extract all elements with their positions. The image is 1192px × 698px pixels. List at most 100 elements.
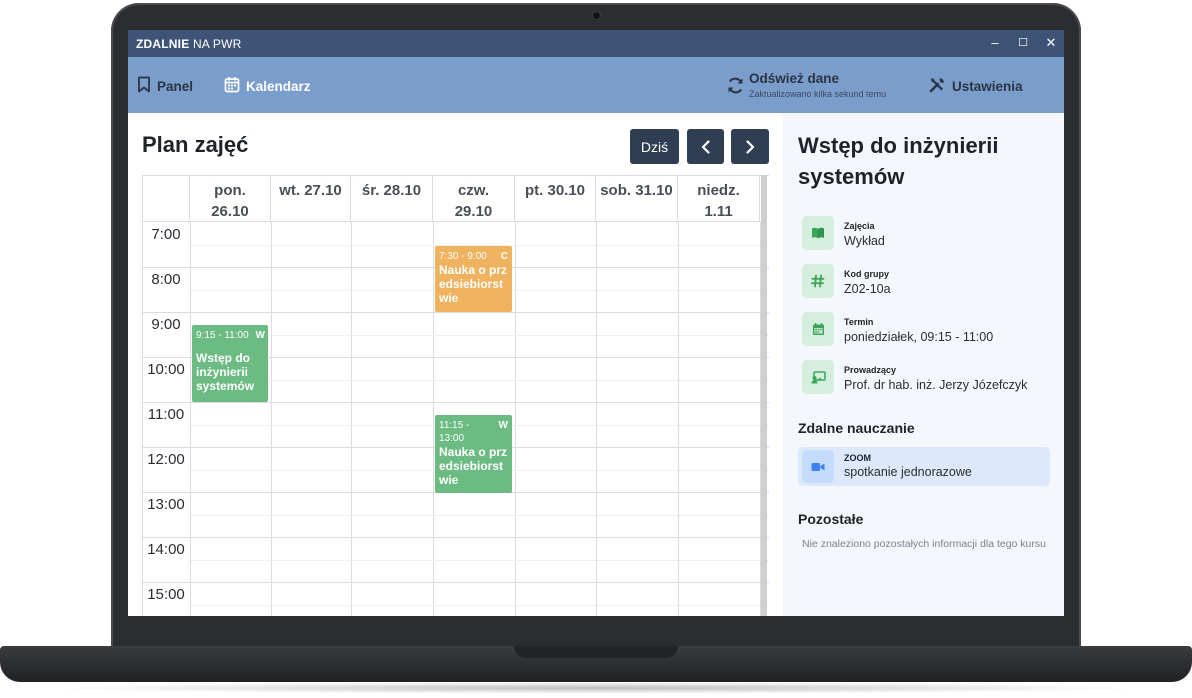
grid-line bbox=[190, 605, 769, 606]
bookmark-icon bbox=[137, 76, 151, 96]
other-heading: Pozostałe bbox=[798, 511, 864, 527]
day-header: wt. 27.10 bbox=[271, 176, 351, 222]
detail-value: poniedziałek, 09:15 - 11:00 bbox=[844, 330, 994, 344]
video-camera-icon bbox=[802, 450, 834, 483]
hour-label: 10:00 bbox=[147, 361, 185, 378]
hour-label: 9:00 bbox=[151, 316, 181, 333]
title-bar: ZDALNIE NA PWR – ☐ ✕ bbox=[128, 30, 1064, 57]
day-header: niedz. 1.11 bbox=[678, 176, 760, 222]
grid-line bbox=[678, 222, 679, 616]
detail-label: Prowadzący bbox=[844, 365, 897, 375]
prev-week-button[interactable] bbox=[687, 129, 724, 164]
grid-line bbox=[271, 222, 272, 616]
event-time: 7:30 - 9:00 bbox=[439, 251, 487, 262]
remote-heading: Zdalne nauczanie bbox=[798, 420, 915, 436]
next-week-button[interactable] bbox=[731, 129, 769, 164]
grid-line bbox=[515, 222, 516, 616]
hash-icon bbox=[802, 264, 834, 298]
event-title: Nauka o przedsiebiorstwie bbox=[439, 263, 508, 305]
laptop-notch bbox=[514, 646, 678, 658]
grid-line bbox=[143, 312, 769, 313]
settings-label: Ustawienia bbox=[952, 78, 1023, 94]
calendar-icon bbox=[224, 76, 240, 96]
grid-line bbox=[351, 222, 352, 616]
detail-label: Termin bbox=[844, 317, 874, 327]
hour-label: 15:00 bbox=[147, 586, 185, 603]
week-grid: pon. 26.10 wt. 27.10 śr. 28.10 czw. 29.10 … bbox=[142, 175, 769, 616]
calendar-event[interactable]: 9:15 - 11:00 W Wstęp do inżynierii syste… bbox=[192, 325, 268, 402]
remote-value: spotkanie jednorazowe bbox=[844, 465, 972, 479]
nav-panel-label: Panel bbox=[157, 78, 194, 94]
other-note: Nie znaleziono pozostałych informacji dl… bbox=[802, 538, 1046, 550]
close-button[interactable]: ✕ bbox=[1042, 34, 1060, 52]
page-title: Plan zajęć bbox=[142, 132, 249, 157]
app-brand: ZDALNIE NA PWR bbox=[136, 37, 242, 51]
detail-label: Zajęcia bbox=[844, 221, 875, 231]
calendar-icon bbox=[802, 312, 834, 346]
grid-corner bbox=[143, 176, 190, 222]
hour-label: 12:00 bbox=[147, 451, 185, 468]
grid-line bbox=[143, 537, 769, 538]
event-title: Nauka o przedsiebiorstwie bbox=[439, 445, 508, 487]
hour-label: 7:00 bbox=[151, 226, 181, 243]
detail-row-group: Kod grupy Z02-10a bbox=[802, 264, 1052, 300]
grid-line bbox=[190, 222, 191, 616]
event-type-code: C bbox=[500, 251, 508, 262]
chevron-right-icon bbox=[745, 134, 755, 160]
grid-line bbox=[190, 380, 769, 381]
scrollbar[interactable] bbox=[761, 175, 767, 616]
detail-row-type: Zajęcia Wykład bbox=[802, 216, 1052, 252]
nav-kalendarz-label: Kalendarz bbox=[246, 78, 311, 94]
nav-kalendarz[interactable]: Kalendarz bbox=[224, 76, 311, 96]
event-type-code: W bbox=[255, 330, 265, 341]
event-title: Wstęp do inżynierii systemów bbox=[196, 351, 255, 393]
remote-label: ZOOM bbox=[844, 453, 871, 463]
toolbar: Panel Kalendarz Odśwież dane Zaktualizow… bbox=[128, 57, 1064, 113]
day-header: czw. 29.10 bbox=[433, 176, 515, 222]
detail-row-teacher: Prowadzący Prof. dr hab. inż. Jerzy Józe… bbox=[802, 360, 1052, 396]
laptop-shadow bbox=[40, 682, 1152, 694]
refresh-icon bbox=[726, 76, 745, 100]
detail-value: Wykład bbox=[844, 234, 885, 248]
details-panel: Wstęp do inżynierii systemów Zajęcia Wyk… bbox=[782, 113, 1064, 616]
hour-label: 11:00 bbox=[147, 406, 185, 423]
today-button[interactable]: Dziś bbox=[630, 129, 679, 164]
grid-line bbox=[190, 560, 769, 561]
hour-label: 13:00 bbox=[147, 496, 185, 513]
day-header: pt. 30.10 bbox=[515, 176, 596, 222]
hour-label: 8:00 bbox=[151, 271, 181, 288]
grid-line bbox=[596, 222, 597, 616]
maximize-button[interactable]: ☐ bbox=[1014, 34, 1032, 52]
zoom-meeting-card[interactable]: ZOOM spotkanie jednorazowe bbox=[798, 447, 1050, 486]
detail-value: Z02-10a bbox=[844, 282, 891, 296]
hour-label: 14:00 bbox=[147, 541, 185, 558]
grid-line bbox=[143, 582, 769, 583]
chevron-left-icon bbox=[701, 134, 711, 160]
grid-line bbox=[143, 402, 769, 403]
detail-value: Prof. dr hab. inż. Jerzy Józefczyk bbox=[844, 378, 1028, 392]
day-header: sob. 31.10 bbox=[596, 176, 678, 222]
tools-icon bbox=[929, 76, 946, 96]
event-time: 9:15 - 11:00 bbox=[196, 330, 249, 341]
grid-line bbox=[433, 222, 434, 616]
course-title: Wstęp do inżynierii systemów bbox=[798, 133, 999, 189]
grid-line bbox=[190, 335, 769, 336]
minimize-button[interactable]: – bbox=[986, 34, 1004, 52]
refresh-status: Zaktualizowano kilka sekund temu bbox=[749, 89, 887, 99]
event-time: 11:15 - 13:00 bbox=[439, 420, 470, 444]
refresh-label: Odśwież dane bbox=[749, 71, 840, 86]
grid-line bbox=[190, 515, 769, 516]
day-header: pon. 26.10 bbox=[190, 176, 271, 222]
calendar-event[interactable]: 7:30 - 9:00 C Nauka o przedsiebiorstwie bbox=[435, 246, 512, 312]
nav-panel[interactable]: Panel bbox=[137, 76, 193, 96]
teacher-icon bbox=[802, 360, 834, 394]
detail-label: Kod grupy bbox=[844, 269, 889, 279]
detail-row-term: Termin poniedziałek, 09:15 - 11:00 bbox=[802, 312, 1052, 348]
settings-button[interactable]: Ustawienia bbox=[929, 76, 1023, 96]
day-header: śr. 28.10 bbox=[351, 176, 433, 222]
calendar-event[interactable]: 11:15 - 13:00 W Nauka o przedsiebiorstwi… bbox=[435, 415, 512, 493]
camera bbox=[593, 12, 600, 19]
book-icon bbox=[802, 216, 834, 250]
event-type-code: W bbox=[498, 420, 508, 431]
app-window: ZDALNIE NA PWR – ☐ ✕ Panel Kalendarz Odś… bbox=[128, 30, 1064, 616]
